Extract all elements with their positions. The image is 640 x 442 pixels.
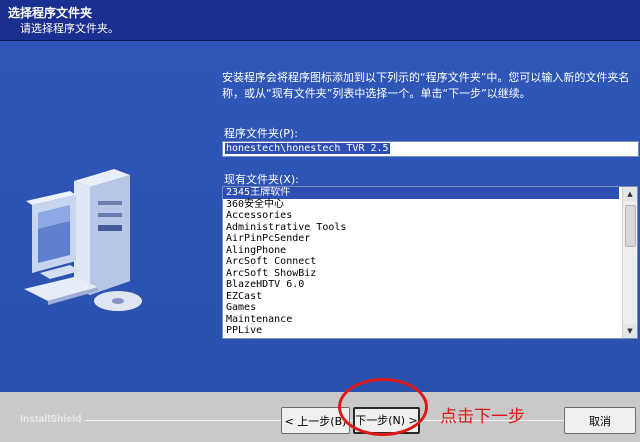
- list-item[interactable]: Administrative Tools: [223, 222, 619, 234]
- list-item[interactable]: EZCast: [223, 291, 619, 303]
- existing-folders-label: 现有文件夹(X):: [224, 173, 299, 186]
- list-scrollbar[interactable]: ▲ ▼: [622, 187, 637, 338]
- list-item[interactable]: Accessories: [223, 210, 619, 222]
- dialog-subtitle: 请选择程序文件夹。: [20, 22, 119, 35]
- program-folder-value: honestech\honestech TVR 2.5: [225, 143, 390, 154]
- annotation-text: 点击下一步: [440, 407, 525, 427]
- list-item[interactable]: BlazeHDTV 6.0: [223, 279, 619, 291]
- dialog-header: 选择程序文件夹 请选择程序文件夹。: [0, 0, 640, 41]
- list-item[interactable]: 360安全中心: [223, 199, 619, 211]
- cancel-button[interactable]: 取消: [564, 407, 636, 434]
- installshield-logo: InstallShield: [20, 414, 82, 425]
- list-item[interactable]: 2345王牌软件: [223, 187, 619, 199]
- next-button[interactable]: 下一步(N) >: [353, 407, 420, 434]
- computer-setup-icon: [24, 169, 142, 311]
- existing-folders-list[interactable]: 2345王牌软件 360安全中心 Accessories Administrative…: [222, 186, 638, 339]
- list-item[interactable]: AirPinPcSender: [223, 233, 619, 245]
- list-item[interactable]: Games: [223, 302, 619, 314]
- list-item[interactable]: ArcSoft Connect: [223, 256, 619, 268]
- instructions-text: 安装程序会将程序图标添加到以下列示的“程序文件夹”中。您可以输入新的文件夹名称，…: [222, 71, 630, 100]
- dialog-body: 安装程序会将程序图标添加到以下列示的“程序文件夹”中。您可以输入新的文件夹名称，…: [0, 41, 640, 392]
- scroll-up-arrow-icon[interactable]: ▲: [623, 187, 637, 201]
- scroll-down-arrow-icon[interactable]: ▼: [623, 324, 637, 338]
- program-folder-input[interactable]: honestech\honestech TVR 2.5: [222, 141, 639, 157]
- list-item[interactable]: PPLive: [223, 325, 619, 337]
- dialog-footer: InstallShield < 上一步(B) 下一步(N) > 取消: [0, 392, 640, 442]
- list-item[interactable]: Maintenance: [223, 314, 619, 326]
- list-item[interactable]: ArcSoft ShowBiz: [223, 268, 619, 280]
- list-item[interactable]: AlingPhone: [223, 245, 619, 257]
- scroll-thumb[interactable]: [625, 205, 636, 247]
- dialog-title: 选择程序文件夹: [8, 6, 93, 20]
- back-button[interactable]: < 上一步(B): [281, 407, 350, 434]
- program-folder-label: 程序文件夹(P):: [224, 127, 298, 140]
- computer-illustration: [20, 161, 150, 335]
